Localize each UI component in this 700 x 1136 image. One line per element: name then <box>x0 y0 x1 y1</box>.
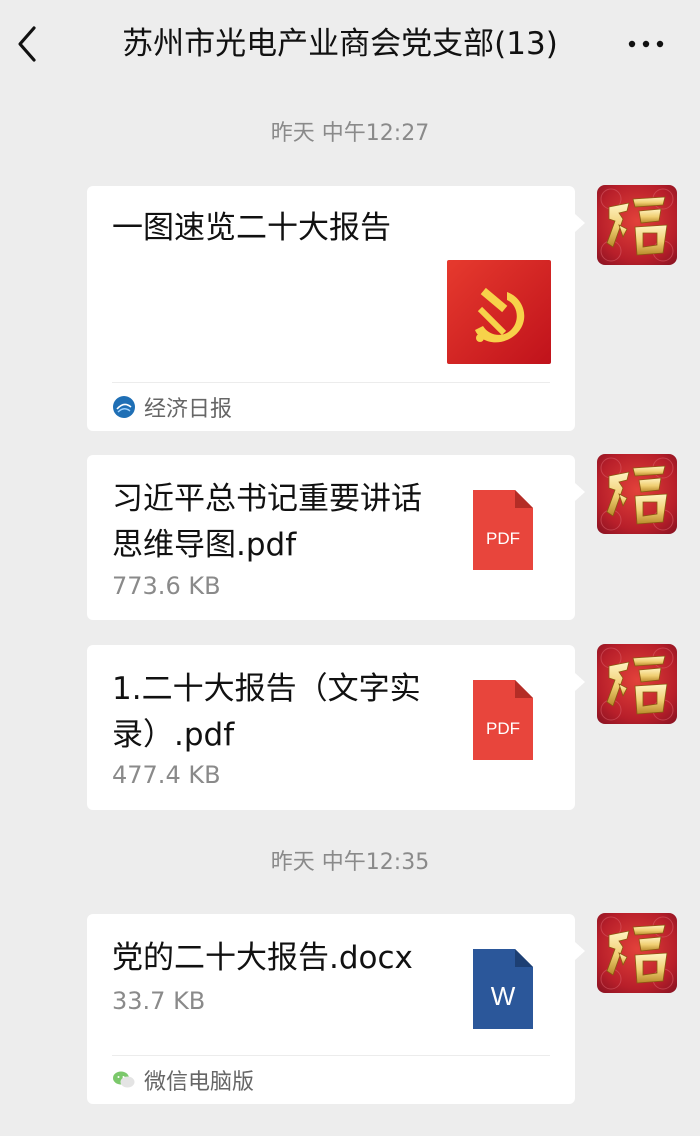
svg-text:W: W <box>491 981 516 1011</box>
link-card-message[interactable]: 一图速览二十大报告 经济日报 <box>87 186 585 431</box>
avatar[interactable] <box>597 185 677 265</box>
fu-character-avatar-image <box>597 913 677 993</box>
card-divider <box>112 1055 550 1056</box>
fu-character-avatar-image <box>597 185 677 265</box>
file-message[interactable]: 习近平总书记重要讲话思维导图.pdf 773.6 KB PDF <box>87 455 585 620</box>
file-message[interactable]: 1.二十大报告（文字实录）.pdf 477.4 KB PDF <box>87 645 585 810</box>
fu-character-avatar-image <box>597 454 677 534</box>
link-card-title: 一图速览二十大报告 <box>112 210 391 246</box>
file-size: 773.6 KB <box>112 572 221 600</box>
top-bar: 苏州市光电产业商会党支部(13) <box>0 0 700 88</box>
wechat-icon <box>113 1071 135 1088</box>
back-button[interactable] <box>10 20 50 68</box>
file-name: 习近平总书记重要讲话思维导图.pdf <box>112 481 422 563</box>
pdf-file-icon: PDF <box>473 680 533 760</box>
chevron-left-icon <box>18 26 36 62</box>
file-source-name: 微信电脑版 <box>144 1070 255 1095</box>
avatar[interactable] <box>597 454 677 534</box>
chat-title: 苏州市光电产业商会党支部(13) <box>122 26 558 62</box>
file-message[interactable]: 党的二十大报告.docx 33.7 KB W 微信电脑版 <box>87 914 585 1104</box>
more-button[interactable] <box>626 26 666 62</box>
file-name: 1.二十大报告（文字实录）.pdf <box>112 671 421 753</box>
party-emblem-image <box>447 260 551 364</box>
file-size: 477.4 KB <box>112 761 221 789</box>
svg-text:PDF: PDF <box>486 529 520 548</box>
svg-text:PDF: PDF <box>486 719 520 738</box>
card-divider <box>112 382 550 383</box>
avatar[interactable] <box>597 644 677 724</box>
message-timestamp: 昨天 中午12:27 <box>270 121 430 146</box>
file-source: 微信电脑版 <box>112 1064 254 1096</box>
fu-character-avatar-image <box>597 644 677 724</box>
word-file-icon: W <box>473 949 533 1029</box>
file-name: 党的二十大报告.docx <box>112 940 413 976</box>
message-timestamp: 昨天 中午12:35 <box>270 850 430 875</box>
file-size: 33.7 KB <box>112 987 206 1015</box>
economic-daily-logo-icon <box>113 396 135 418</box>
pdf-file-icon: PDF <box>473 490 533 570</box>
more-dots-icon <box>628 40 664 48</box>
link-source-name: 经济日报 <box>144 397 233 422</box>
link-source: 经济日报 <box>112 391 232 423</box>
avatar[interactable] <box>597 913 677 993</box>
